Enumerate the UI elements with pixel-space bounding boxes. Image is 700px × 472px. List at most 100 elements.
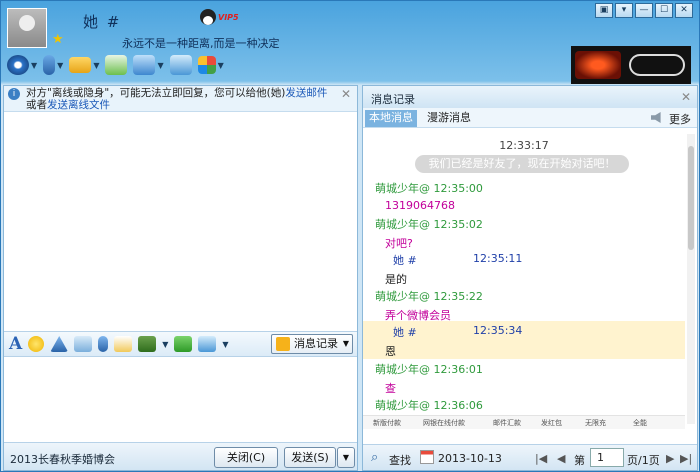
search-icon[interactable]: ⌕	[371, 450, 378, 465]
voice-message-icon[interactable]	[98, 336, 109, 352]
banner-logo-left	[575, 51, 621, 79]
monitor-icon	[133, 55, 156, 75]
image-icon[interactable]	[138, 336, 157, 352]
offline-notice: i 对方"离线或隐身"，可能无法立即回复，您可以给他(她)发送邮件或者发送离线文…	[4, 86, 357, 112]
note-icon[interactable]	[114, 336, 133, 352]
close-button[interactable]: 关闭(C)	[214, 447, 278, 468]
message-text: 恩	[385, 345, 396, 358]
more-button[interactable]: 更多	[669, 111, 691, 127]
conversation-panel: i 对方"离线或隐身"，可能无法立即回复，您可以给他(她)发送邮件或者发送离线文…	[3, 85, 358, 471]
minimize-button[interactable]: —	[635, 3, 653, 18]
banner-logo-right	[629, 54, 685, 76]
page-total: 页/1页	[627, 454, 660, 467]
history-footer: ⌕ 查找 2013-10-13 |◀ ◀ 第 1 页/1页 ▶ ▶|	[363, 444, 697, 470]
send-button[interactable]: 发送(S)	[284, 447, 336, 468]
search-button[interactable]: 查找	[389, 452, 411, 468]
message-plus-icon	[105, 55, 128, 75]
close-window-button[interactable]: ✕	[675, 3, 693, 18]
emoji-icon[interactable]	[28, 336, 45, 352]
apps-tool[interactable]: ▼	[197, 56, 224, 74]
chevron-down-icon[interactable]: ▼	[157, 61, 163, 70]
page-input[interactable]: 1	[590, 448, 624, 467]
music-icon[interactable]	[174, 336, 193, 352]
contact-name[interactable]: 她 #	[83, 11, 121, 32]
message-text: 对吧?	[385, 237, 413, 250]
chevron-down-icon[interactable]: ▼	[218, 61, 224, 70]
info-icon: i	[8, 88, 20, 100]
vip-badge[interactable]: VIP5	[218, 13, 239, 22]
chevron-down-icon[interactable]: ▼	[57, 61, 63, 70]
history-tabs: 本地消息 漫游消息 更多	[363, 108, 697, 128]
date-field[interactable]: 2013-10-13	[438, 452, 502, 465]
page-label: 第	[574, 454, 585, 467]
message-meta: 萌城少年@ 12:36:06	[375, 399, 483, 412]
ad-banner[interactable]	[571, 46, 691, 84]
history-title: 消息记录	[371, 93, 415, 106]
message-input[interactable]	[4, 357, 357, 440]
sms-tool[interactable]	[105, 55, 128, 75]
apps-grid-icon	[197, 56, 216, 74]
skin-button[interactable]: ▣	[595, 3, 613, 18]
send-file-tool[interactable]: ▼	[69, 57, 99, 73]
chevron-down-icon[interactable]: ▼	[343, 335, 349, 353]
message-history-button[interactable]: 消息记录 ▼	[271, 334, 353, 354]
system-message: 我们已经是好友了，现在开始对话吧！	[415, 155, 629, 173]
payment-strip-image: 新版付款 网银在线付款 邮件汇款 发红包 无限充 全能	[363, 415, 685, 429]
screen-icon	[169, 55, 192, 75]
history-panel: 消息记录 ✕ 本地消息 漫游消息 更多 12:33:17 我们已经是好友了，现在…	[362, 85, 698, 471]
voice-call-tool[interactable]: ▼	[43, 55, 63, 75]
format-toolbar: A ▼ ▼ 消息记录 ▼	[4, 331, 357, 357]
prev-page-icon[interactable]: ◀	[557, 452, 565, 465]
message-meta: 萌城少年@ 12:35:02	[375, 218, 483, 231]
folder-icon	[69, 57, 92, 73]
remote-desktop-tool[interactable]: ▼	[133, 55, 164, 75]
star-icon: ★	[52, 32, 64, 47]
webcam-icon	[7, 55, 29, 75]
chat-window: ★ 她 # VIP5 永远不是一种距离,而是一种决定 ▣ ▾ — ☐ ✕ ▼ ▼…	[0, 0, 700, 472]
maximize-button[interactable]: ☐	[655, 3, 673, 18]
history-scrollbar[interactable]	[687, 134, 695, 424]
timestamp: 12:33:17	[499, 139, 549, 152]
message-text: 查	[385, 382, 396, 395]
message-meta: 萌城少年@ 12:35:00	[375, 182, 483, 195]
chevron-down-icon[interactable]: ▼	[222, 340, 228, 349]
send-options-button[interactable]: ▼	[337, 447, 355, 468]
send-offline-file-link[interactable]: 发送离线文件	[47, 99, 110, 111]
message-meta: 萌城少年@ 12:35:22	[375, 290, 483, 303]
chevron-down-icon[interactable]: ▼	[162, 340, 168, 349]
history-icon	[276, 337, 290, 351]
close-icon[interactable]: ✕	[341, 88, 351, 100]
screenshot-icon[interactable]	[198, 336, 217, 352]
ad-text-link[interactable]: 2013长春秋季婚博会	[10, 451, 115, 467]
shake-icon[interactable]	[50, 336, 69, 352]
history-title-bar: 消息记录 ✕	[363, 86, 697, 108]
message-meta: 她 #12:35:11	[393, 252, 523, 267]
scrollbar-thumb[interactable]	[688, 146, 694, 250]
menu-button[interactable]: ▾	[615, 3, 633, 18]
microphone-icon	[43, 55, 56, 75]
send-email-link[interactable]: 发送邮件	[285, 87, 327, 99]
message-meta: 萌城少年@ 12:36:01	[375, 363, 483, 376]
chevron-down-icon[interactable]: ▼	[93, 61, 99, 70]
video-icon[interactable]	[74, 336, 93, 352]
next-page-icon[interactable]: ▶	[666, 452, 674, 465]
avatar[interactable]	[7, 8, 47, 48]
message-text: 是的	[385, 273, 407, 286]
calendar-icon[interactable]	[420, 450, 434, 464]
history-label: 消息记录	[294, 337, 338, 350]
chat-toolbar: ▼ ▼ ▼ ▼ ▼	[7, 55, 224, 75]
font-icon[interactable]: A	[9, 334, 22, 354]
first-page-icon[interactable]: |◀	[535, 452, 547, 465]
tab-local-messages[interactable]: 本地消息	[365, 110, 417, 127]
close-icon[interactable]: ✕	[681, 90, 691, 104]
last-page-icon[interactable]: ▶|	[680, 452, 692, 465]
video-call-tool[interactable]: ▼	[7, 55, 37, 75]
screen-share-tool[interactable]	[169, 55, 192, 75]
message-log: 12:33:17 我们已经是好友了，现在开始对话吧！ 萌城少年@ 12:35:0…	[363, 129, 685, 429]
contact-signature: 永远不是一种距离,而是一种决定	[122, 37, 280, 50]
message-meta: 她 #12:35:34	[393, 324, 523, 339]
speaker-icon[interactable]	[651, 112, 661, 123]
qq-penguin-icon	[200, 9, 216, 25]
chevron-down-icon[interactable]: ▼	[31, 61, 37, 70]
tab-roaming-messages[interactable]: 漫游消息	[423, 110, 475, 127]
